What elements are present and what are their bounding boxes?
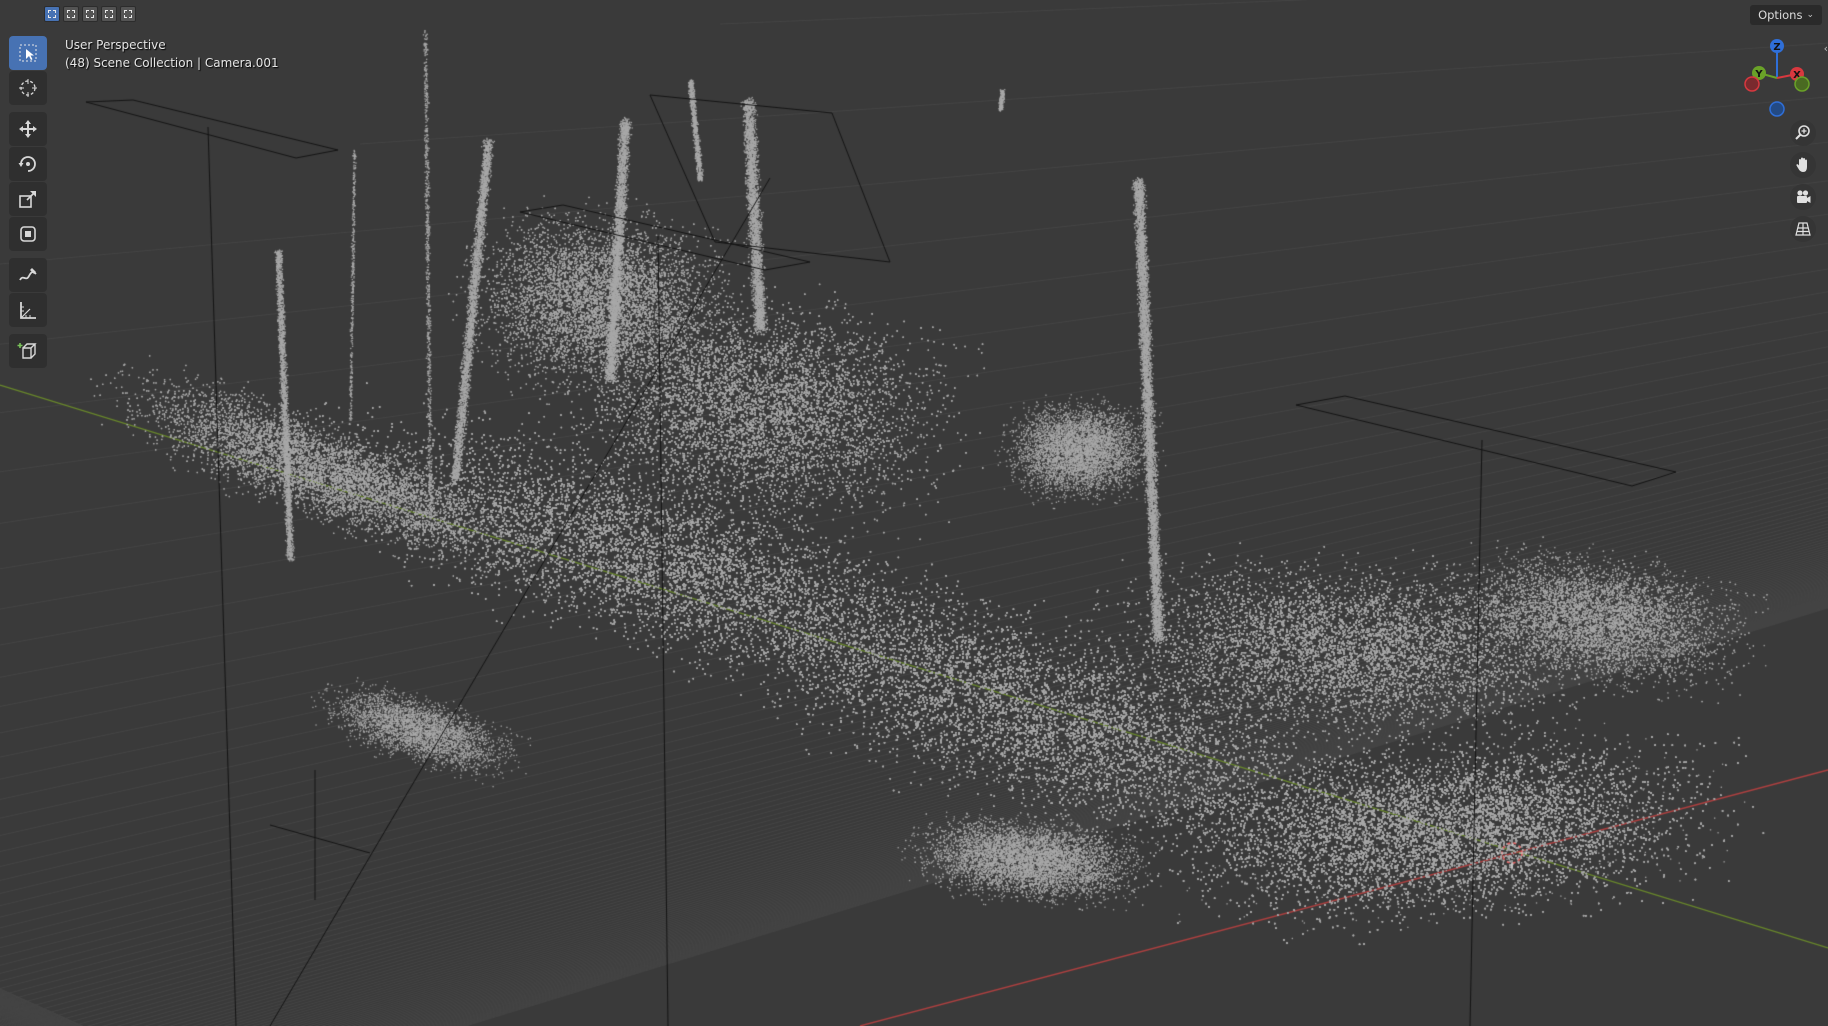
add-cube-icon[interactable]	[9, 334, 47, 368]
select-new-icon[interactable]	[44, 6, 60, 22]
zoom-icon[interactable]	[1790, 120, 1816, 146]
selection-mode-bar	[44, 6, 136, 22]
collection-info: (48) Scene Collection | Camera.001	[65, 56, 279, 70]
navigation-controls	[1790, 120, 1816, 242]
options-label: Options	[1758, 8, 1803, 22]
3d-viewport[interactable]: User Perspective (48) Scene Collection |…	[0, 0, 1828, 1026]
gizmo-neg-x-icon[interactable]	[1744, 76, 1760, 92]
navigation-gizmo[interactable]: Z Y X	[1740, 34, 1824, 118]
transform-icon[interactable]	[9, 217, 47, 251]
rotate-icon[interactable]	[9, 147, 47, 181]
point-cloud-scene[interactable]	[0, 0, 1828, 1026]
gizmo-z-label: Z	[1773, 42, 1780, 53]
select-box-icon[interactable]	[9, 36, 47, 70]
camera-view-icon[interactable]	[1790, 184, 1816, 210]
move-icon[interactable]	[9, 112, 47, 146]
tool-shelf	[9, 36, 47, 369]
gizmo-neg-z-icon[interactable]	[1769, 101, 1785, 117]
perspective-grid-icon[interactable]	[1790, 216, 1816, 242]
select-intersect-icon[interactable]	[120, 6, 136, 22]
pan-hand-icon[interactable]	[1790, 152, 1816, 178]
gizmo-neg-y-icon[interactable]	[1794, 76, 1810, 92]
select-extend-icon[interactable]	[63, 6, 79, 22]
scale-icon[interactable]	[9, 182, 47, 216]
cursor-icon[interactable]	[9, 71, 47, 105]
select-invert-icon[interactable]	[101, 6, 117, 22]
annotate-icon[interactable]	[9, 258, 47, 292]
select-subtract-icon[interactable]	[82, 6, 98, 22]
measure-icon[interactable]	[9, 293, 47, 327]
options-dropdown[interactable]: Options ⌄	[1750, 5, 1822, 25]
viewport-info: User Perspective (48) Scene Collection |…	[65, 36, 279, 72]
view-name: User Perspective	[65, 38, 166, 52]
chevron-left-icon[interactable]: ‹	[1824, 42, 1828, 55]
chevron-down-icon: ⌄	[1806, 10, 1814, 20]
